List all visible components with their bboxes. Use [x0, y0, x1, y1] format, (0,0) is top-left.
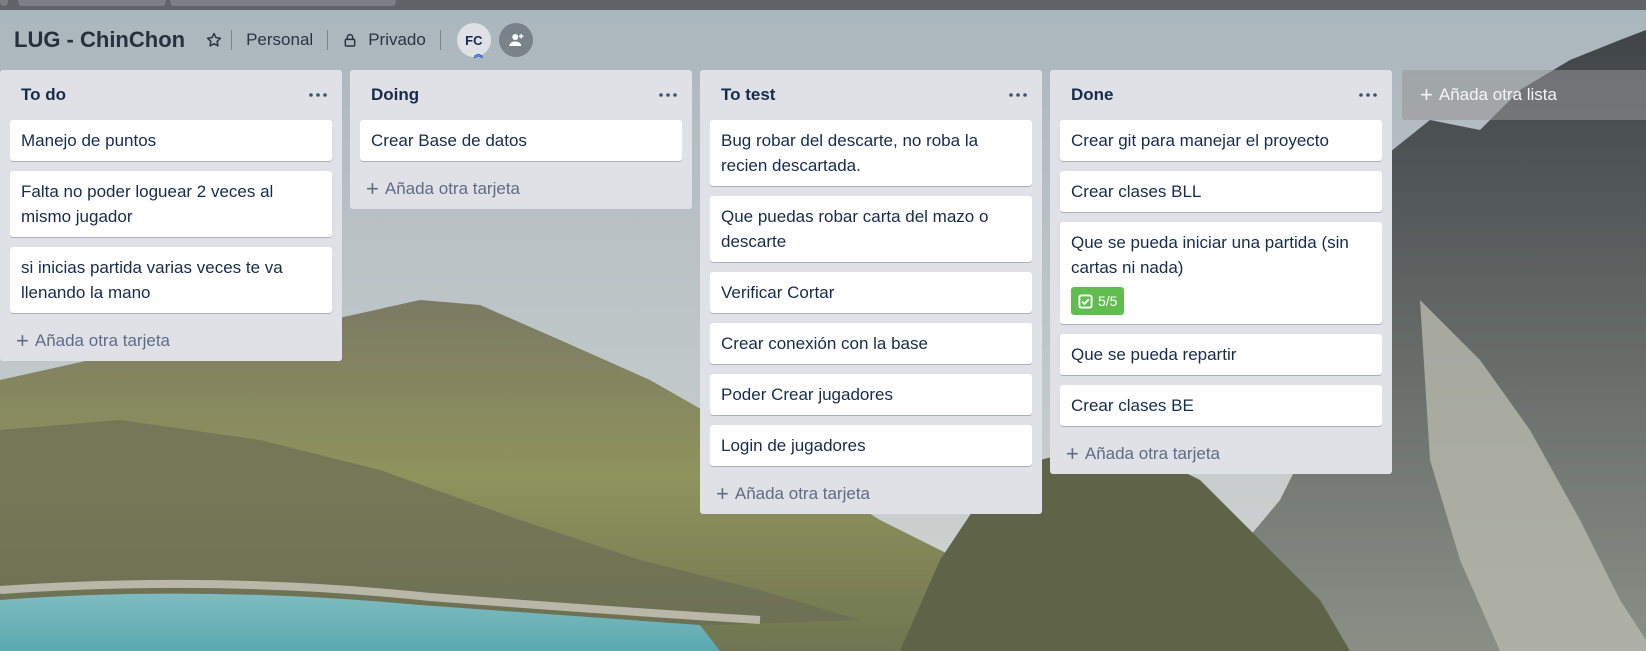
plus-icon: +	[1066, 440, 1079, 466]
invite-member-button[interactable]	[498, 23, 533, 57]
checklist-badge: 5/5	[1071, 287, 1125, 315]
card-title: Crear Base de datos	[371, 131, 527, 150]
plus-icon: +	[1420, 82, 1433, 107]
add-list-button[interactable]: + Añada otra lista	[1402, 70, 1646, 120]
card-title: Bug robar del descarte, no roba la recie…	[721, 131, 979, 175]
card-title: Crear git para manejar el proyecto	[1071, 131, 1329, 150]
more-dots-icon	[309, 93, 327, 97]
add-card-label: Añada otra tarjeta	[384, 179, 521, 198]
star-icon	[206, 32, 222, 47]
list-header: To test	[710, 70, 1032, 120]
add-card-label: Añada otra tarjeta	[1084, 443, 1221, 463]
add-card-button[interactable]: + Añada otra tarjeta	[10, 321, 332, 361]
card[interactable]: Poder Crear jugadores	[710, 374, 1032, 415]
list-header: Done	[1060, 70, 1382, 120]
card[interactable]: Login de jugadores	[710, 425, 1032, 466]
plus-icon: +	[366, 176, 379, 201]
card[interactable]: Bug robar del descarte, no roba la recie…	[710, 120, 1032, 186]
card[interactable]: Que se pueda repartir	[1060, 333, 1382, 375]
card[interactable]: Verificar Cortar	[710, 272, 1032, 313]
add-card-label: Añada otra tarjeta	[34, 331, 171, 350]
card-title: Falta no poder loguear 2 veces al mismo …	[21, 182, 274, 226]
list-title[interactable]: Doing	[371, 85, 419, 105]
avatar-initials: FC	[465, 32, 483, 48]
workspace-button[interactable]: Personal	[238, 24, 321, 56]
visibility-label: Privado	[368, 30, 426, 49]
visibility-button[interactable]: Privado	[334, 24, 434, 56]
card-title: Crear clases BE	[1071, 395, 1194, 415]
more-dots-icon	[1009, 93, 1027, 97]
card[interactable]: Crear clases BE	[1060, 384, 1382, 426]
list-done: Done Crear git para manejar el proyecto …	[1050, 70, 1392, 474]
admin-chevron-icon: ︽	[473, 49, 483, 59]
card-title: si inicias partida varias veces te va ll…	[21, 258, 283, 302]
plus-icon: +	[16, 328, 29, 353]
card-title: Poder Crear jugadores	[721, 385, 893, 404]
card[interactable]: Que puedas robar carta del mazo o descar…	[710, 196, 1032, 262]
lock-icon	[344, 34, 356, 47]
card[interactable]: Manejo de puntos	[10, 120, 332, 161]
card[interactable]: Crear git para manejar el proyecto	[1060, 120, 1382, 161]
browser-tab[interactable]	[18, 0, 166, 6]
add-card-button[interactable]: + Añada otra tarjeta	[360, 169, 682, 209]
more-dots-icon	[1359, 93, 1377, 97]
add-list-label: Añada otra lista	[1438, 85, 1557, 104]
list-menu-button[interactable]	[306, 85, 330, 105]
add-member-icon	[509, 34, 524, 46]
list-title[interactable]: To do	[21, 85, 66, 105]
card[interactable]: Que se pueda iniciar una partida (sin ca…	[1060, 222, 1382, 324]
board-header: LUG - ChinChon Personal Privado FC ︽	[0, 18, 1646, 62]
browser-top-strip	[0, 0, 1646, 10]
card-title: Crear clases BLL	[1071, 182, 1202, 201]
card[interactable]: si inicias partida varias veces te va ll…	[10, 247, 332, 313]
checkbox-icon	[1078, 293, 1093, 309]
header-divider	[439, 30, 441, 50]
list-menu-button[interactable]	[656, 85, 680, 105]
browser-tab[interactable]	[0, 0, 8, 6]
list-to-test: To test Bug robar del descarte, no roba …	[700, 70, 1042, 514]
card[interactable]: Falta no poder loguear 2 veces al mismo …	[10, 171, 332, 237]
list-menu-button[interactable]	[1356, 85, 1380, 105]
card-title: Que puedas robar carta del mazo o descar…	[721, 207, 989, 251]
member-avatar[interactable]: FC ︽	[456, 23, 491, 59]
list-doing: Doing Crear Base de datos + Añada otra ta…	[350, 70, 692, 209]
add-card-button[interactable]: + Añada otra tarjeta	[710, 474, 1032, 514]
card-title: Que se pueda iniciar una partida (sin ca…	[1071, 233, 1349, 277]
more-dots-icon	[659, 93, 677, 97]
list-header: Doing	[360, 70, 682, 120]
add-card-label: Añada otra tarjeta	[734, 484, 871, 503]
list-title[interactable]: To test	[721, 85, 775, 105]
list-menu-button[interactable]	[1006, 85, 1030, 105]
browser-tab[interactable]	[170, 0, 396, 6]
card[interactable]: Crear conexión con la base	[710, 323, 1032, 364]
card[interactable]: Crear clases BLL	[1060, 171, 1382, 212]
checklist-count: 5/5	[1098, 292, 1118, 309]
card-title: Que se pueda repartir	[1071, 344, 1237, 364]
card[interactable]: Crear Base de datos	[360, 120, 682, 161]
card-title: Crear conexión con la base	[721, 334, 928, 353]
list-header: To do	[10, 70, 332, 120]
header-divider	[231, 30, 233, 50]
card-title: Login de jugadores	[721, 436, 866, 455]
card-title: Verificar Cortar	[721, 283, 835, 302]
board-title[interactable]: LUG - ChinChon	[14, 27, 185, 53]
list-title[interactable]: Done	[1071, 85, 1114, 105]
card-title: Manejo de puntos	[21, 131, 157, 150]
add-card-button[interactable]: + Añada otra tarjeta	[1060, 434, 1382, 474]
header-divider	[327, 30, 329, 50]
plus-icon: +	[716, 481, 729, 506]
list-todo: To do Manejo de puntos Falta no poder lo…	[0, 70, 342, 361]
star-button[interactable]	[203, 24, 225, 56]
